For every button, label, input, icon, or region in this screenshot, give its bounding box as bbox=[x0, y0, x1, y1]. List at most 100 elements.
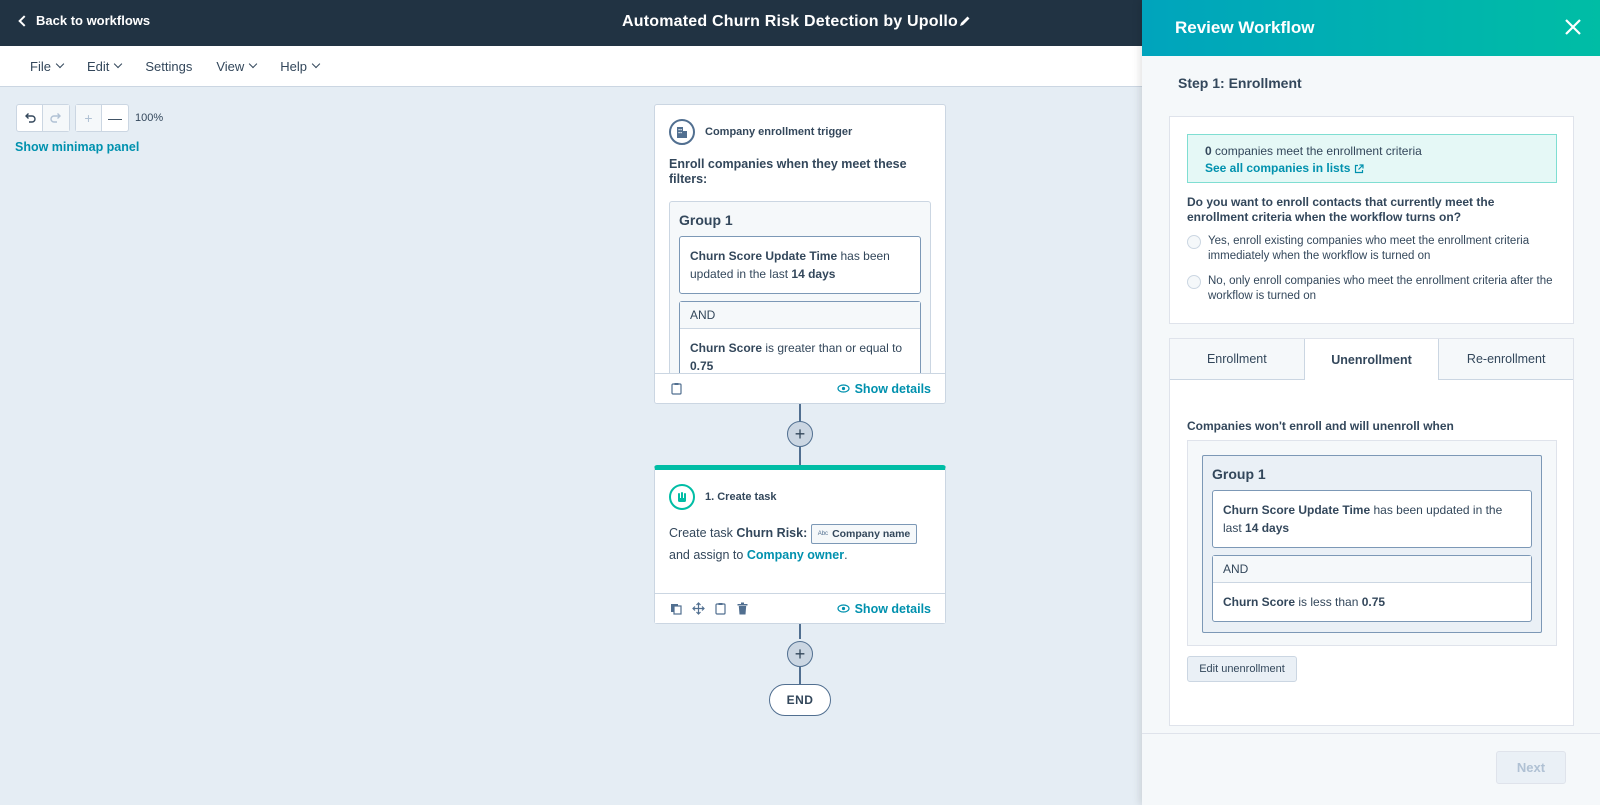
and-condition-block: AND Churn Score is less than 0.75 bbox=[1212, 555, 1532, 622]
copy-icon[interactable] bbox=[669, 602, 683, 616]
panel-footer: Next bbox=[1142, 733, 1600, 805]
and-label: AND bbox=[680, 302, 920, 329]
enrollment-count-text: companies meet the enrollment criteria bbox=[1211, 144, 1422, 158]
filter-condition: Churn Score is less than 0.75 bbox=[1213, 583, 1531, 621]
group-title: Group 1 bbox=[679, 212, 733, 228]
step-title: Step 1: Enrollment bbox=[1178, 75, 1302, 91]
company-building-icon bbox=[669, 119, 695, 145]
eye-icon bbox=[836, 384, 850, 393]
review-workflow-panel: Review Workflow Step 1: Enrollment 0 com… bbox=[1142, 0, 1600, 805]
menu-edit[interactable]: Edit bbox=[86, 58, 123, 74]
unenroll-title: Companies won't enroll and will unenroll… bbox=[1187, 419, 1454, 433]
top-bar: Back to workflows Automated Churn Risk D… bbox=[0, 0, 1142, 46]
radio-button[interactable] bbox=[1187, 235, 1201, 249]
next-button[interactable]: Next bbox=[1496, 751, 1566, 784]
enroll-description: Enroll companies when they meet these fi… bbox=[669, 157, 907, 186]
show-details-label: Show details bbox=[854, 381, 931, 396]
connector-line bbox=[799, 667, 801, 684]
condition-value: 0.75 bbox=[1361, 595, 1386, 609]
tab-unenrollment[interactable]: Unenrollment bbox=[1304, 339, 1440, 380]
company-name-token: Abc Company name bbox=[810, 523, 918, 544]
menu-view[interactable]: View bbox=[216, 59, 258, 74]
menu-help[interactable]: Help bbox=[280, 58, 321, 74]
undo-button[interactable] bbox=[17, 105, 43, 131]
menu-settings[interactable]: Settings bbox=[145, 59, 192, 74]
move-icon[interactable] bbox=[691, 602, 705, 616]
clipboard-icon[interactable] bbox=[713, 602, 727, 616]
menu-file[interactable]: File bbox=[30, 58, 65, 74]
undo-redo-group bbox=[16, 104, 70, 132]
workflow-title[interactable]: Automated Churn Risk Detection by Upollo bbox=[622, 13, 958, 31]
link-label: See all companies in lists bbox=[1205, 161, 1351, 175]
card-footer: Show details bbox=[655, 593, 945, 623]
condition-operator: is greater than or equal to bbox=[762, 341, 903, 355]
trash-icon[interactable] bbox=[735, 602, 749, 616]
radio-no-label: No, only enroll companies who meet the e… bbox=[1208, 275, 1553, 302]
filter-condition: Churn Score Update Time has been updated… bbox=[1212, 490, 1532, 548]
connector-line bbox=[799, 447, 801, 465]
suffix: . bbox=[844, 548, 848, 562]
menu-file-label: File bbox=[30, 58, 51, 74]
chevron-down-icon bbox=[249, 59, 258, 69]
show-details-link[interactable]: Show details bbox=[836, 381, 931, 396]
enrollment-summary: 0 companies meet the enrollment criteria… bbox=[1169, 116, 1574, 324]
add-action-button[interactable]: + bbox=[787, 641, 813, 667]
see-all-companies-link[interactable]: See all companies in lists bbox=[1205, 160, 1365, 177]
radio-no-enroll-after[interactable]: No, only enroll companies who meet the e… bbox=[1187, 274, 1557, 304]
panel-header: Review Workflow bbox=[1142, 0, 1600, 56]
radio-yes-label: Yes, enroll existing companies who meet … bbox=[1208, 235, 1530, 262]
panel-title: Review Workflow bbox=[1175, 18, 1315, 37]
chevron-down-icon bbox=[311, 59, 321, 69]
clipboard-icon[interactable] bbox=[669, 382, 683, 396]
task-name: Churn Risk: bbox=[736, 526, 808, 540]
group-title: Group 1 bbox=[1212, 466, 1266, 482]
tab-bar: Enrollment Unenrollment Re-enrollment bbox=[1170, 339, 1574, 380]
filter-group: Group 1 Churn Score Update Time has been… bbox=[1202, 455, 1542, 633]
filter-group: Group 1 Churn Score Update Time has been… bbox=[669, 201, 931, 397]
menu-help-label: Help bbox=[280, 58, 308, 74]
external-link-icon bbox=[1355, 163, 1365, 173]
card-footer: Show details bbox=[655, 373, 945, 403]
condition-property: Churn Score Update Time bbox=[690, 249, 838, 263]
enrollment-count: 0 bbox=[1205, 144, 1212, 158]
pencil-icon[interactable] bbox=[958, 14, 972, 28]
assignee-link[interactable]: Company owner bbox=[747, 548, 844, 562]
tab-re-enrollment[interactable]: Re-enrollment bbox=[1439, 339, 1574, 380]
enrollment-trigger-card[interactable]: Company enrollment trigger Enroll compan… bbox=[654, 104, 946, 404]
back-to-workflows-link[interactable]: Back to workflows bbox=[18, 13, 151, 28]
trigger-title: Company enrollment trigger bbox=[705, 126, 853, 138]
enrollment-tabs-box: Enrollment Unenrollment Re-enrollment Co… bbox=[1169, 338, 1574, 726]
create-task-card[interactable]: 1. Create task Create task Churn Risk: A… bbox=[654, 465, 946, 624]
zoom-out-button[interactable]: — bbox=[102, 105, 128, 131]
show-minimap-link[interactable]: Show minimap panel bbox=[15, 140, 139, 154]
edit-unenrollment-button[interactable]: Edit unenrollment bbox=[1187, 656, 1297, 682]
eye-icon bbox=[836, 604, 850, 613]
minus-icon: — bbox=[108, 110, 122, 126]
chevron-down-icon bbox=[55, 59, 65, 69]
redo-button[interactable] bbox=[43, 105, 69, 131]
zoom-in-button[interactable]: + bbox=[76, 105, 102, 131]
back-label: Back to workflows bbox=[36, 13, 151, 28]
tab-enrollment[interactable]: Enrollment bbox=[1170, 339, 1305, 380]
condition-operator: is less than bbox=[1295, 595, 1362, 609]
plus-icon: + bbox=[794, 423, 806, 444]
token-label: Company name bbox=[832, 527, 911, 540]
menu-edit-label: Edit bbox=[86, 58, 110, 74]
condition-value: 14 days bbox=[791, 267, 836, 281]
enroll-existing-question: Do you want to enroll contacts that curr… bbox=[1187, 195, 1495, 224]
condition-value: 0.75 bbox=[690, 359, 714, 373]
show-details-link[interactable]: Show details bbox=[836, 602, 931, 616]
and-label: AND bbox=[1213, 556, 1531, 583]
filter-condition: Churn Score Update Time has been updated… bbox=[679, 236, 921, 294]
task-hand-icon bbox=[669, 484, 695, 510]
radio-button[interactable] bbox=[1187, 275, 1201, 289]
connector-line bbox=[799, 624, 801, 639]
chevron-down-icon bbox=[114, 59, 123, 69]
radio-yes-enroll-existing[interactable]: Yes, enroll existing companies who meet … bbox=[1187, 234, 1557, 264]
task-prefix: Create task bbox=[669, 526, 737, 540]
end-node: END bbox=[769, 684, 831, 716]
add-action-button[interactable]: + bbox=[787, 421, 813, 447]
task-description: Create task Churn Risk: Abc Company name … bbox=[655, 510, 945, 566]
close-icon[interactable] bbox=[1564, 18, 1582, 36]
zoom-level: 100% bbox=[135, 112, 164, 124]
